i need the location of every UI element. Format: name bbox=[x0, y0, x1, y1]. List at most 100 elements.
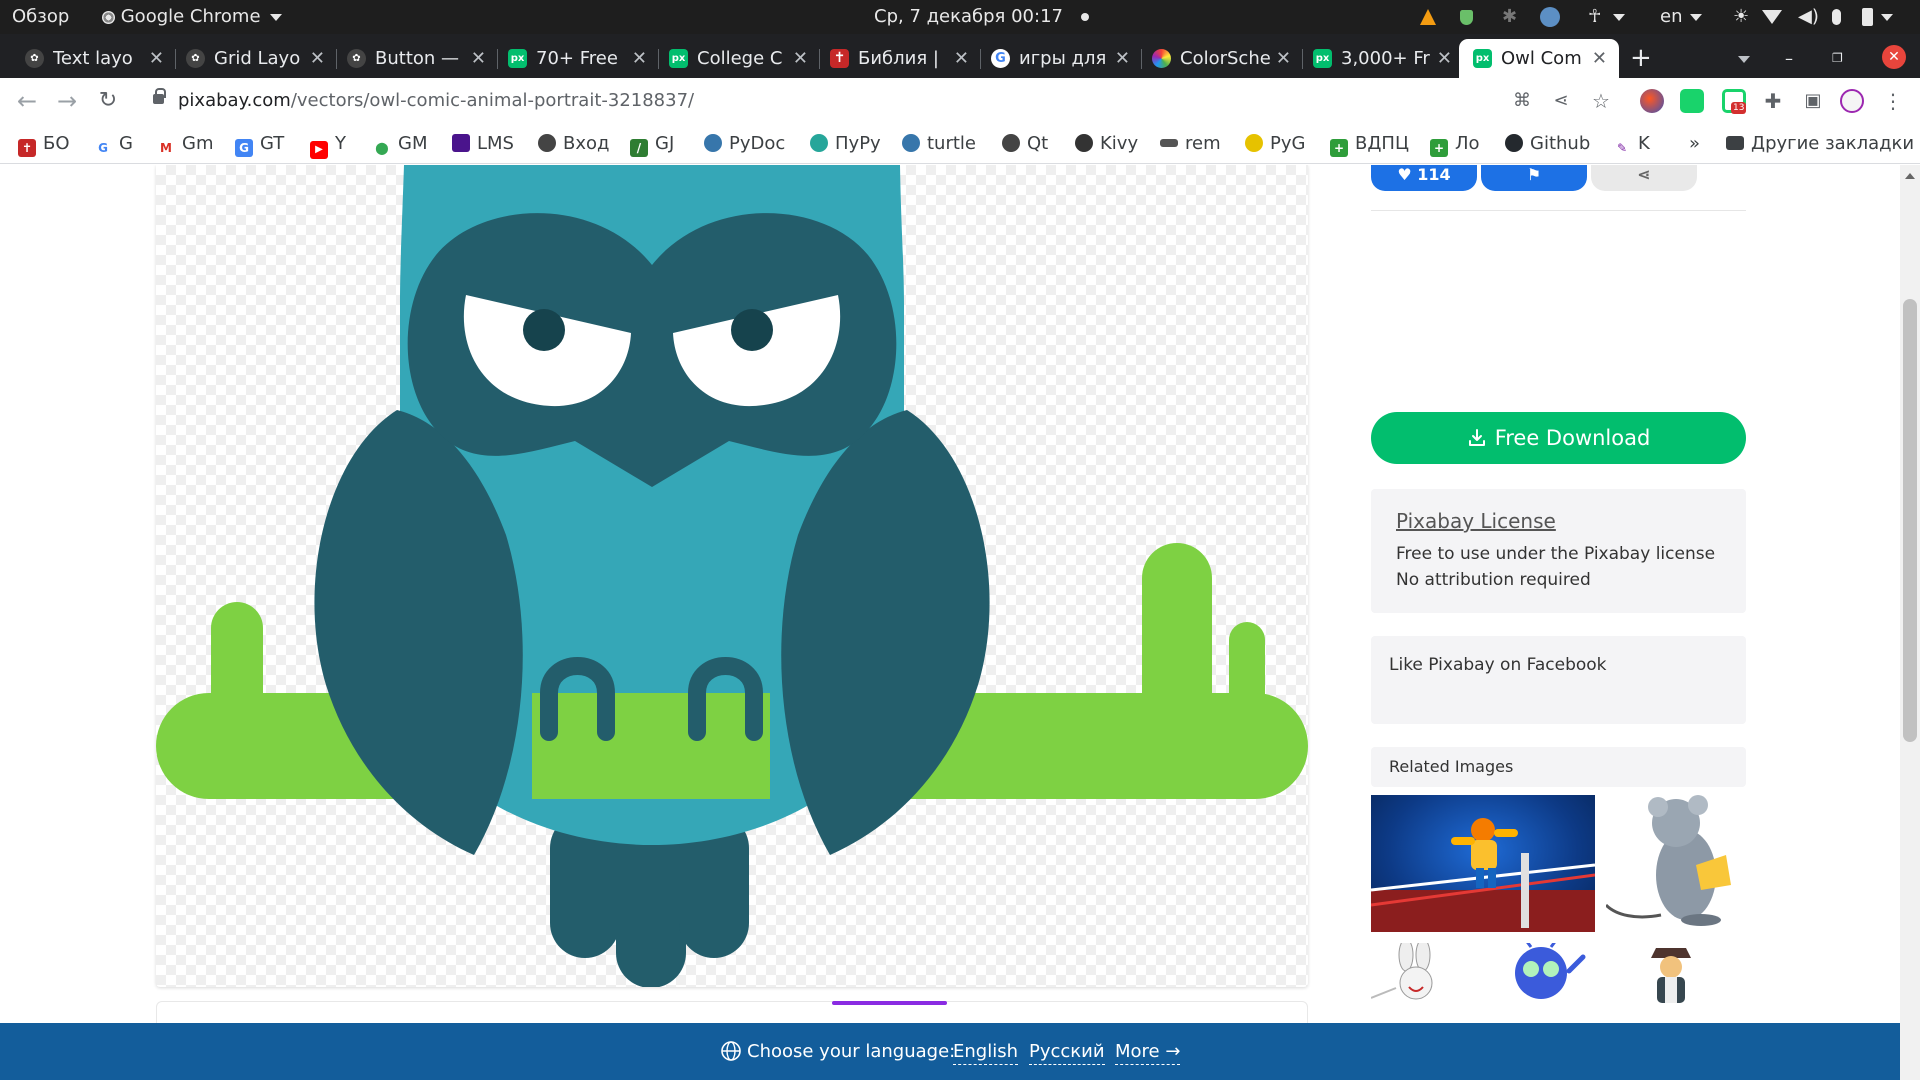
translate-icon[interactable]: ⌘ bbox=[1505, 78, 1539, 124]
bookmark-lo[interactable]: + Ло bbox=[1430, 124, 1480, 164]
bookmark-vhod[interactable]: Вход bbox=[538, 124, 609, 164]
close-icon[interactable]: ✕ bbox=[954, 39, 969, 78]
tab-colorscheme[interactable]: ColorSche ✕ bbox=[1143, 39, 1303, 78]
clock[interactable]: Ср, 7 декабря 00:17 bbox=[874, 0, 1089, 34]
tab-bible[interactable]: ✝ Библия | ✕ bbox=[821, 39, 981, 78]
puzzle-icon[interactable]: ✚ bbox=[1756, 78, 1790, 124]
close-icon[interactable]: ✕ bbox=[471, 39, 486, 78]
avatar-tray-icon[interactable] bbox=[1540, 0, 1560, 34]
side-panel-icon[interactable]: ▣ bbox=[1796, 78, 1830, 124]
bookmark-gmail[interactable]: M Gm bbox=[157, 124, 213, 164]
tab-grid-layout[interactable]: ✿ Grid Layo ✕ bbox=[177, 39, 337, 78]
tab-button[interactable]: ✿ Button — ✕ bbox=[338, 39, 498, 78]
bluetooth-icon[interactable]: ✱ bbox=[1502, 0, 1517, 34]
minimize-button[interactable]: – bbox=[1785, 39, 1805, 78]
kebab-menu-icon[interactable]: ⋮ bbox=[1876, 78, 1910, 124]
share-button[interactable]: ⋖ bbox=[1591, 165, 1697, 191]
tab-search-button[interactable] bbox=[1734, 39, 1754, 78]
accessibility-icon[interactable]: ☥ bbox=[1588, 0, 1626, 34]
other-bookmarks-folder[interactable]: Другие закладки bbox=[1726, 124, 1914, 164]
close-icon[interactable]: ✕ bbox=[149, 39, 164, 78]
bookmark-k[interactable]: ✎ K bbox=[1613, 124, 1650, 164]
page-scrollbar[interactable] bbox=[1900, 165, 1920, 1080]
bookmark-gj[interactable]: / GJ bbox=[630, 124, 674, 164]
bookmark-bo[interactable]: ✝ БО bbox=[18, 124, 70, 164]
restore-button[interactable]: ❐ bbox=[1832, 39, 1852, 78]
like-button[interactable]: ♥ 114 bbox=[1371, 165, 1477, 191]
facebook-like-text[interactable]: Like Pixabay on Facebook bbox=[1389, 655, 1607, 675]
lock-icon bbox=[153, 88, 166, 104]
new-tab-button[interactable]: + bbox=[1630, 39, 1660, 78]
tab-3000-free[interactable]: px 3,000+ Fr ✕ bbox=[1304, 39, 1464, 78]
related-image-wrestler[interactable] bbox=[1371, 795, 1595, 932]
tab-games[interactable]: G игры для ✕ bbox=[982, 39, 1142, 78]
language-english-link[interactable]: English bbox=[953, 1023, 1018, 1080]
window-close-button[interactable]: ✕ bbox=[1882, 45, 1906, 69]
related-image-robot[interactable] bbox=[1491, 943, 1596, 1003]
volume-icon[interactable]: ◀) bbox=[1798, 0, 1819, 34]
vlc-tray-icon[interactable] bbox=[1420, 0, 1436, 34]
overview-button[interactable]: Обзор bbox=[12, 0, 69, 34]
brightness-icon[interactable]: ☀ bbox=[1733, 0, 1749, 34]
reload-icon[interactable]: ↻ bbox=[91, 78, 125, 124]
language-more-link[interactable]: More → bbox=[1115, 1023, 1181, 1080]
wifi-icon[interactable] bbox=[1762, 0, 1782, 34]
google-icon: G bbox=[991, 49, 1010, 68]
tab-separator bbox=[819, 49, 820, 69]
free-download-button[interactable]: Free Download bbox=[1371, 412, 1746, 464]
bookmark-rem[interactable]: rem bbox=[1160, 124, 1221, 164]
close-icon[interactable]: ✕ bbox=[1276, 39, 1291, 78]
bookmark-star-icon[interactable]: ☆ bbox=[1584, 78, 1618, 124]
owl-image-panel[interactable] bbox=[156, 165, 1308, 987]
bookmark-g[interactable]: GG bbox=[94, 124, 133, 164]
language-russian-link[interactable]: Русский bbox=[1029, 1023, 1105, 1080]
bookmark-pypru[interactable]: ПуРу bbox=[810, 124, 881, 164]
bookmark-kivy[interactable]: Kivy bbox=[1075, 124, 1138, 164]
shield-tray-icon[interactable] bbox=[1460, 0, 1473, 34]
bookmark-gm[interactable]: ⬤ GM bbox=[373, 124, 427, 164]
close-icon[interactable]: ✕ bbox=[1437, 39, 1452, 78]
tab-college[interactable]: px College C ✕ bbox=[660, 39, 820, 78]
owl-pupil-left bbox=[523, 309, 565, 351]
address-bar[interactable]: pixabay.com/vectors/owl-comic-animal-por… bbox=[137, 82, 1607, 120]
bookmarks-overflow-button[interactable]: » bbox=[1689, 124, 1700, 164]
tab-separator bbox=[1302, 49, 1303, 69]
close-icon[interactable]: ✕ bbox=[632, 39, 647, 78]
close-icon[interactable]: ✕ bbox=[310, 39, 325, 78]
bookmark-github[interactable]: Github bbox=[1505, 124, 1590, 164]
keyboard-layout[interactable]: en bbox=[1660, 0, 1703, 34]
save-button[interactable]: ⚑ bbox=[1481, 165, 1587, 191]
bookmark-gt[interactable]: G GT bbox=[235, 124, 284, 164]
license-link[interactable]: Pixabay License bbox=[1396, 509, 1556, 533]
bookmark-youtube[interactable]: ▶ Y bbox=[310, 124, 346, 164]
scroll-thumb[interactable] bbox=[1903, 299, 1917, 742]
close-icon[interactable]: ✕ bbox=[1592, 39, 1607, 78]
app-menu[interactable]: Google Chrome bbox=[102, 0, 283, 34]
microphone-icon[interactable] bbox=[1832, 0, 1841, 34]
bookmark-pydoc[interactable]: PyDoc bbox=[704, 124, 785, 164]
firefox-extension-icon[interactable] bbox=[1640, 89, 1664, 113]
url-text[interactable]: pixabay.com/vectors/owl-comic-animal-por… bbox=[178, 82, 694, 120]
green-extension-icon[interactable] bbox=[1680, 89, 1704, 113]
tab-separator bbox=[658, 49, 659, 69]
close-icon[interactable]: ✕ bbox=[793, 39, 808, 78]
bookmark-pyg[interactable]: PyG bbox=[1245, 124, 1305, 164]
badge-extension-icon[interactable]: 13 bbox=[1722, 89, 1747, 114]
tab-text-layout[interactable]: ✿ Text layo ✕ bbox=[16, 39, 176, 78]
related-image-rabbit[interactable] bbox=[1371, 943, 1466, 1003]
bookmark-turtle[interactable]: turtle bbox=[902, 124, 976, 164]
forward-arrow-icon[interactable]: → bbox=[50, 78, 84, 124]
battery-icon[interactable] bbox=[1862, 0, 1893, 34]
bookmark-qt[interactable]: Qt bbox=[1002, 124, 1048, 164]
bookmark-vdpc[interactable]: + ВДПЦ bbox=[1330, 124, 1409, 164]
related-image-rat[interactable] bbox=[1606, 795, 1746, 932]
share-icon[interactable]: ⋖ bbox=[1544, 78, 1578, 124]
back-arrow-icon[interactable]: ← bbox=[10, 78, 44, 124]
tab-70-free[interactable]: px 70+ Free ✕ bbox=[499, 39, 659, 78]
related-image-pirate[interactable] bbox=[1631, 943, 1711, 1003]
tab-owl-comic[interactable]: px Owl Com ✕ bbox=[1459, 39, 1619, 78]
bookmark-lms[interactable]: LMS bbox=[452, 124, 514, 164]
close-icon[interactable]: ✕ bbox=[1115, 39, 1130, 78]
scroll-up-arrow-icon[interactable] bbox=[1905, 173, 1915, 179]
profile-avatar[interactable] bbox=[1840, 89, 1864, 113]
